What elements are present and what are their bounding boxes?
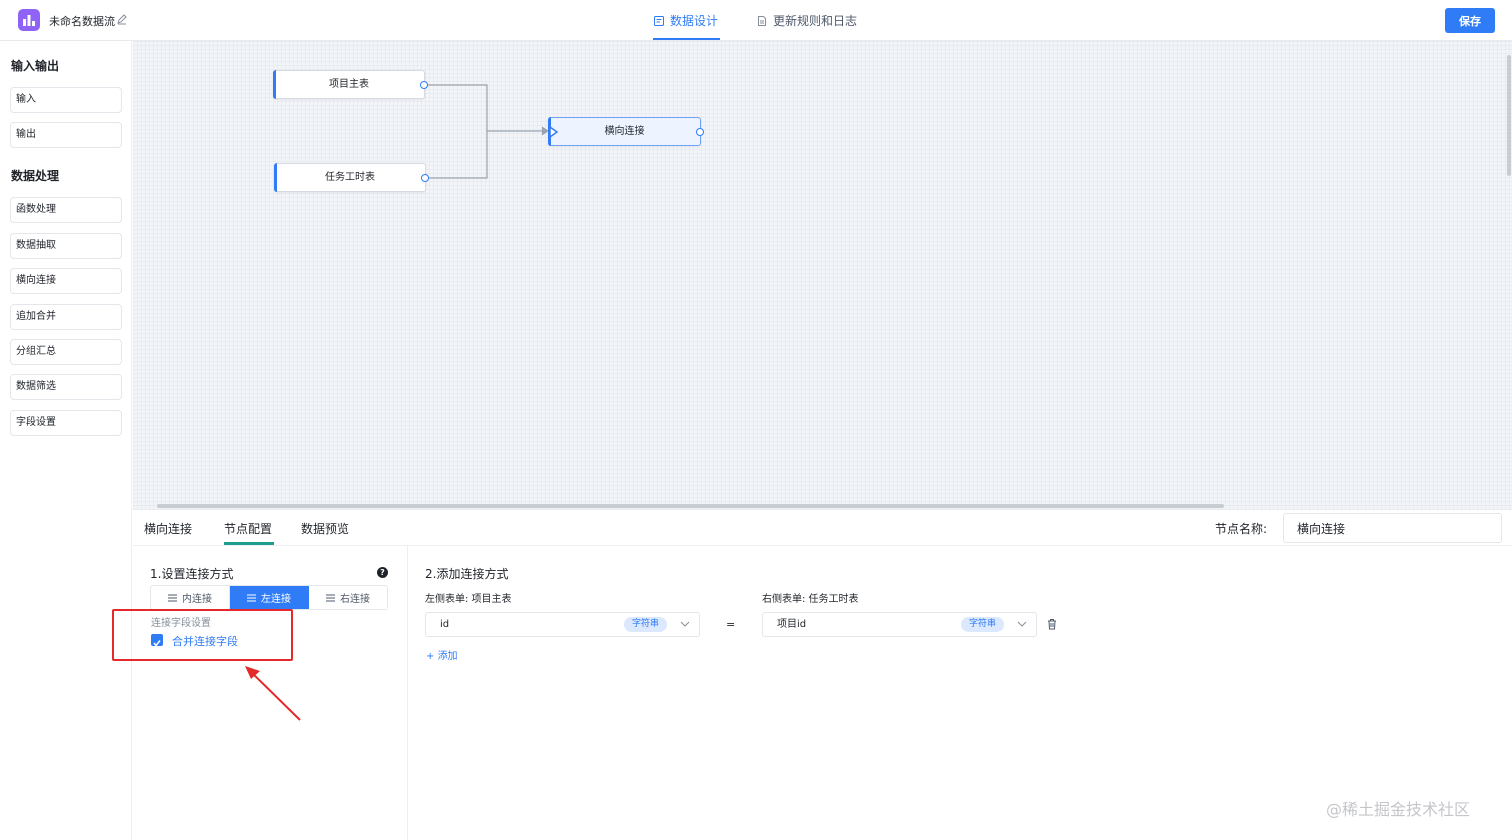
app-title: 未命名数据流 — [49, 15, 115, 28]
join-type-inner[interactable]: 内连接 — [151, 586, 230, 609]
filter-icon — [326, 594, 335, 601]
node-label: 项目主表 — [329, 79, 369, 90]
tab-data-design-label: 数据设计 — [670, 14, 719, 28]
flow-canvas[interactable]: 项目主表 任务工时表 横向连接 — [133, 41, 1512, 510]
join-type-inner-label: 内连接 — [182, 594, 212, 605]
sidebar-item-group[interactable]: 分组汇总 — [10, 339, 122, 365]
sidebar-item-extract[interactable]: 数据抽取 — [10, 233, 122, 259]
horizontal-scrollbar[interactable] — [157, 504, 1224, 508]
section2-title: 2.添加连接方式 — [425, 567, 509, 581]
join-type-left[interactable]: 左连接 — [230, 586, 309, 609]
filter-icon — [168, 594, 177, 601]
sidebar-item-join[interactable]: 横向连接 — [10, 268, 122, 294]
edge-task-to-join — [428, 131, 488, 179]
node-label: 任务工时表 — [325, 172, 375, 183]
sidebar-item-function[interactable]: 函数处理 — [10, 197, 122, 223]
node-name-label: 节点名称: — [1215, 522, 1268, 536]
annotation-arrow-icon — [245, 666, 301, 721]
node-task-hours[interactable]: 任务工时表 — [274, 163, 429, 192]
node-horizontal-join[interactable]: 横向连接 — [548, 117, 704, 146]
save-button[interactable]: 保存 — [1445, 8, 1495, 33]
output-port[interactable] — [420, 81, 428, 89]
tab-node-type[interactable]: 横向连接 — [144, 520, 192, 537]
join-type-left-label: 左连接 — [261, 594, 291, 605]
app-root: 未命名数据流 数据设计 更新规则和日志 保存 输入输出 输入 输出 数据处理 函… — [0, 0, 1512, 840]
filter-icon — [247, 594, 256, 601]
config-tabs-bar: 横向连接 节点配置 数据预览 节点名称: — [133, 510, 1512, 546]
edge-main-to-join — [427, 84, 546, 132]
left-field-value: id — [440, 619, 450, 630]
add-label: 添加 — [437, 651, 458, 662]
node-accent-bar — [274, 163, 277, 192]
left-field-select[interactable]: id 字符串 — [425, 612, 700, 637]
right-field-type-tag: 字符串 — [961, 617, 1005, 632]
tab-update-rules-label: 更新规则和日志 — [773, 14, 858, 28]
active-tab-indicator — [653, 38, 720, 40]
sidebar: 输入输出 输入 输出 数据处理 函数处理 数据抽取 横向连接 追加合并 分组汇总… — [0, 41, 132, 840]
section1-title: 1.设置连接方式 — [150, 567, 234, 581]
help-icon[interactable]: ? — [377, 567, 388, 578]
output-port[interactable] — [696, 128, 704, 136]
sidebar-section-io: 输入输出 — [11, 59, 60, 73]
equals-sign: = — [726, 618, 736, 631]
node-accent-bar — [273, 70, 276, 99]
tab-data-preview[interactable]: 数据预览 — [301, 520, 349, 537]
right-field-value: 项目id — [777, 619, 807, 630]
add-join-condition-button[interactable]: + 添加 — [426, 647, 458, 662]
node-name-input[interactable] — [1283, 513, 1502, 543]
chevron-down-icon — [1017, 621, 1027, 627]
app-logo-icon — [18, 9, 40, 31]
data-design-icon — [654, 15, 664, 26]
edit-icon[interactable] — [116, 13, 128, 25]
input-port-icon[interactable] — [549, 126, 559, 138]
annotation-highlight-box — [112, 609, 293, 661]
sidebar-section-processing: 数据处理 — [11, 169, 60, 183]
left-field-type-tag: 字符串 — [624, 617, 668, 632]
left-table-label: 左侧表单: 项目主表 — [425, 594, 512, 605]
document-icon — [758, 15, 766, 26]
output-port[interactable] — [421, 174, 429, 182]
sidebar-item-append[interactable]: 追加合并 — [10, 304, 122, 330]
join-type-segmented: 内连接 左连接 右连接 — [150, 585, 388, 610]
sidebar-item-field-settings[interactable]: 字段设置 — [10, 410, 122, 436]
sidebar-item-input[interactable]: 输入 — [10, 87, 122, 113]
trash-icon[interactable] — [1046, 618, 1058, 630]
right-table-label: 右侧表单: 任务工时表 — [762, 594, 859, 605]
chevron-down-icon — [680, 621, 690, 627]
vertical-scrollbar[interactable] — [1507, 55, 1511, 176]
watermark: @稀土掘金技术社区 — [1326, 800, 1471, 819]
tab-node-config[interactable]: 节点配置 — [224, 520, 272, 537]
node-label: 横向连接 — [604, 126, 645, 137]
node-project-main[interactable]: 项目主表 — [273, 70, 428, 99]
plus-icon: + — [426, 651, 438, 662]
tab-data-design[interactable]: 数据设计 — [653, 12, 718, 29]
sidebar-item-filter[interactable]: 数据筛选 — [10, 374, 122, 400]
sidebar-item-output[interactable]: 输出 — [10, 122, 122, 148]
top-bar: 未命名数据流 数据设计 更新规则和日志 保存 — [0, 0, 1512, 41]
active-config-tab-indicator — [224, 542, 274, 545]
join-type-right[interactable]: 右连接 — [309, 586, 387, 609]
tab-update-rules[interactable]: 更新规则和日志 — [756, 12, 857, 29]
edges — [427, 84, 549, 179]
right-field-select[interactable]: 项目id 字符串 — [762, 612, 1037, 637]
join-type-right-label: 右连接 — [340, 594, 370, 605]
